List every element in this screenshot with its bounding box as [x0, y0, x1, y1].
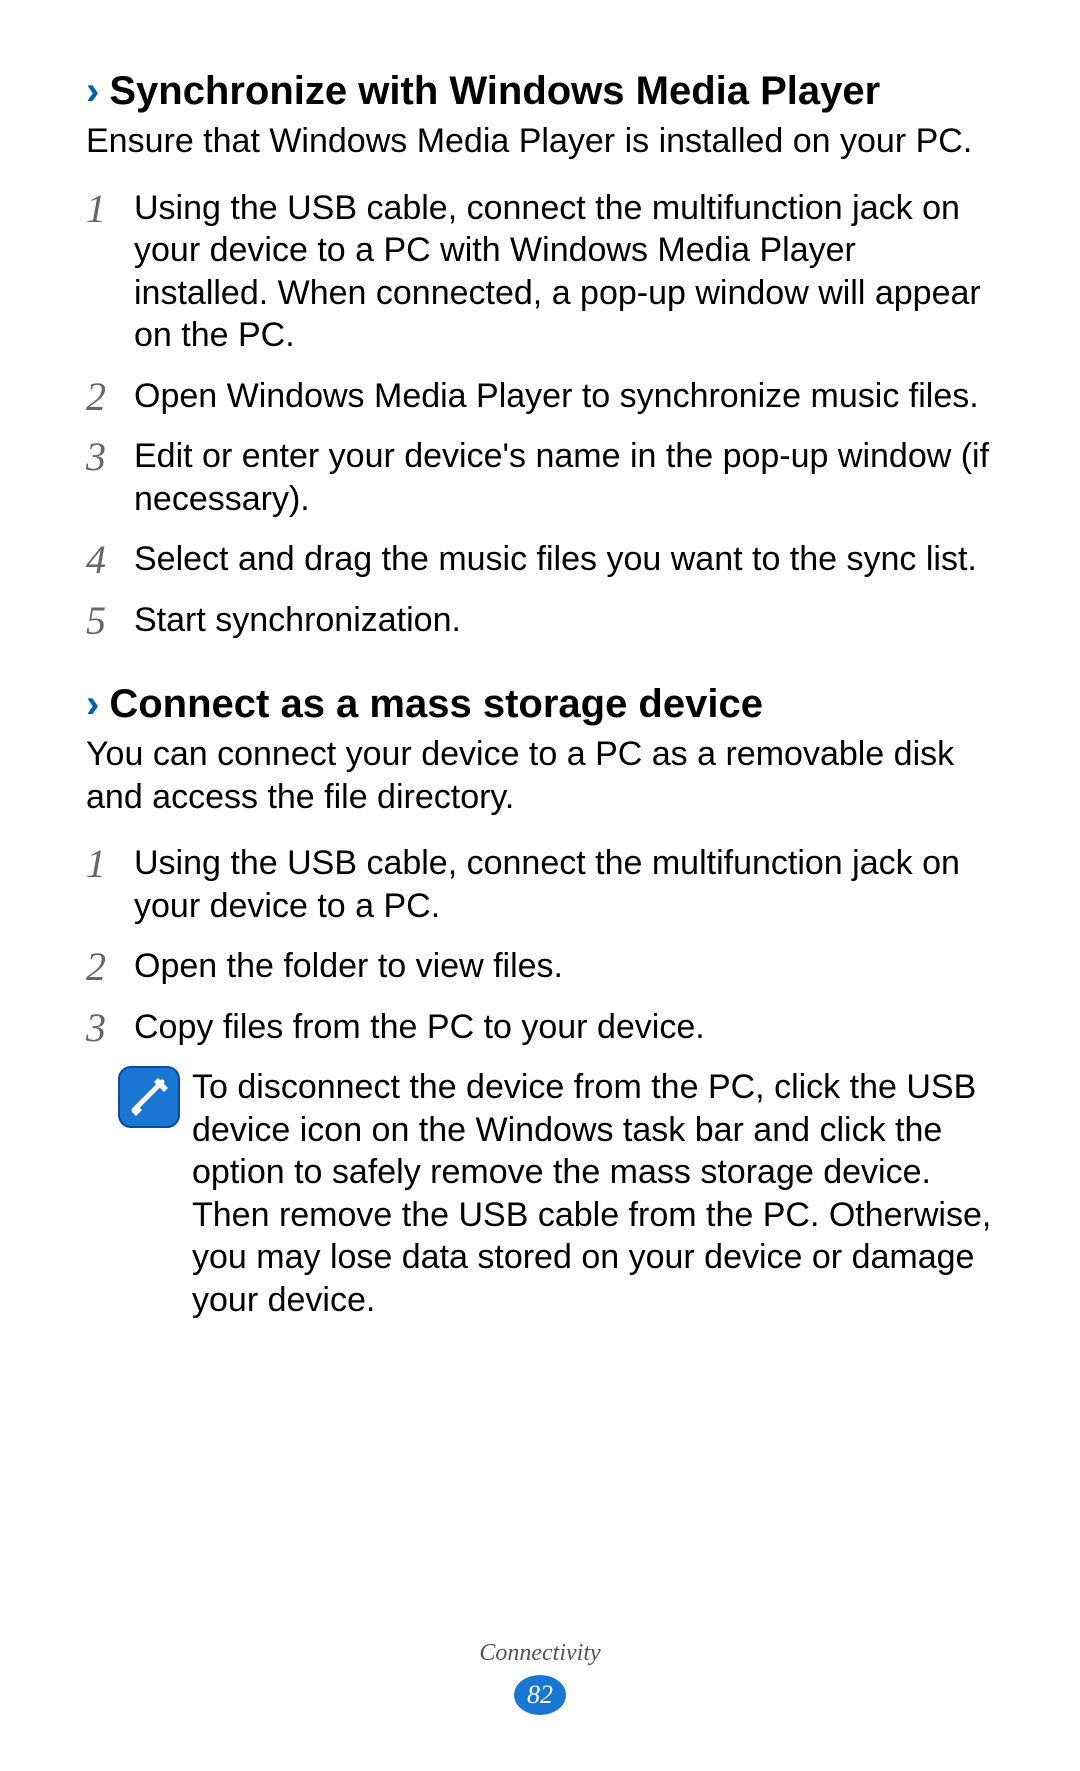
step-number: 1: [86, 187, 134, 229]
page-footer: Connectivity 82: [0, 1640, 1080, 1717]
steps-list-mass-storage: 1 Using the USB cable, connect the multi…: [86, 842, 994, 1048]
step-number: 2: [86, 375, 134, 417]
section-heading-sync: › Synchronize with Windows Media Player: [86, 68, 994, 114]
step-number: 1: [86, 842, 134, 884]
step-text: Start synchronization.: [134, 599, 994, 642]
intro-text: You can connect your device to a PC as a…: [86, 733, 994, 818]
step-text: Select and drag the music files you want…: [134, 538, 994, 581]
chevron-icon: ›: [86, 71, 99, 111]
step-item: 2 Open Windows Media Player to synchroni…: [86, 375, 994, 418]
step-item: 5 Start synchronization.: [86, 599, 994, 642]
step-item: 2 Open the folder to view files.: [86, 945, 994, 988]
step-number: 3: [86, 435, 134, 477]
note-text: To disconnect the device from the PC, cl…: [192, 1066, 994, 1321]
section-heading-mass-storage: › Connect as a mass storage device: [86, 681, 994, 727]
manual-page: › Synchronize with Windows Media Player …: [0, 0, 1080, 1771]
step-text: Copy files from the PC to your device.: [134, 1006, 994, 1049]
step-item: 1 Using the USB cable, connect the multi…: [86, 842, 994, 927]
step-number: 2: [86, 945, 134, 987]
chevron-icon: ›: [86, 684, 99, 724]
step-text: Open Windows Media Player to synchronize…: [134, 375, 994, 418]
heading-text: Synchronize with Windows Media Player: [109, 68, 880, 114]
footer-section-label: Connectivity: [0, 1640, 1080, 1667]
step-item: 4 Select and drag the music files you wa…: [86, 538, 994, 581]
note-icon: [118, 1066, 180, 1128]
step-item: 1 Using the USB cable, connect the multi…: [86, 187, 994, 357]
step-text: Using the USB cable, connect the multifu…: [134, 842, 994, 927]
heading-text: Connect as a mass storage device: [109, 681, 763, 727]
step-number: 3: [86, 1006, 134, 1048]
step-item: 3 Copy files from the PC to your device.: [86, 1006, 994, 1049]
steps-list-sync: 1 Using the USB cable, connect the multi…: [86, 187, 994, 642]
step-number: 4: [86, 538, 134, 580]
note-block: To disconnect the device from the PC, cl…: [86, 1066, 994, 1321]
page-number: 82: [527, 1680, 553, 1710]
step-item: 3 Edit or enter your device's name in th…: [86, 435, 994, 520]
intro-text: Ensure that Windows Media Player is inst…: [86, 120, 994, 163]
page-number-badge: 82: [512, 1673, 568, 1717]
step-number: 5: [86, 599, 134, 641]
step-text: Open the folder to view files.: [134, 945, 994, 988]
step-text: Edit or enter your device's name in the …: [134, 435, 994, 520]
step-text: Using the USB cable, connect the multifu…: [134, 187, 994, 357]
